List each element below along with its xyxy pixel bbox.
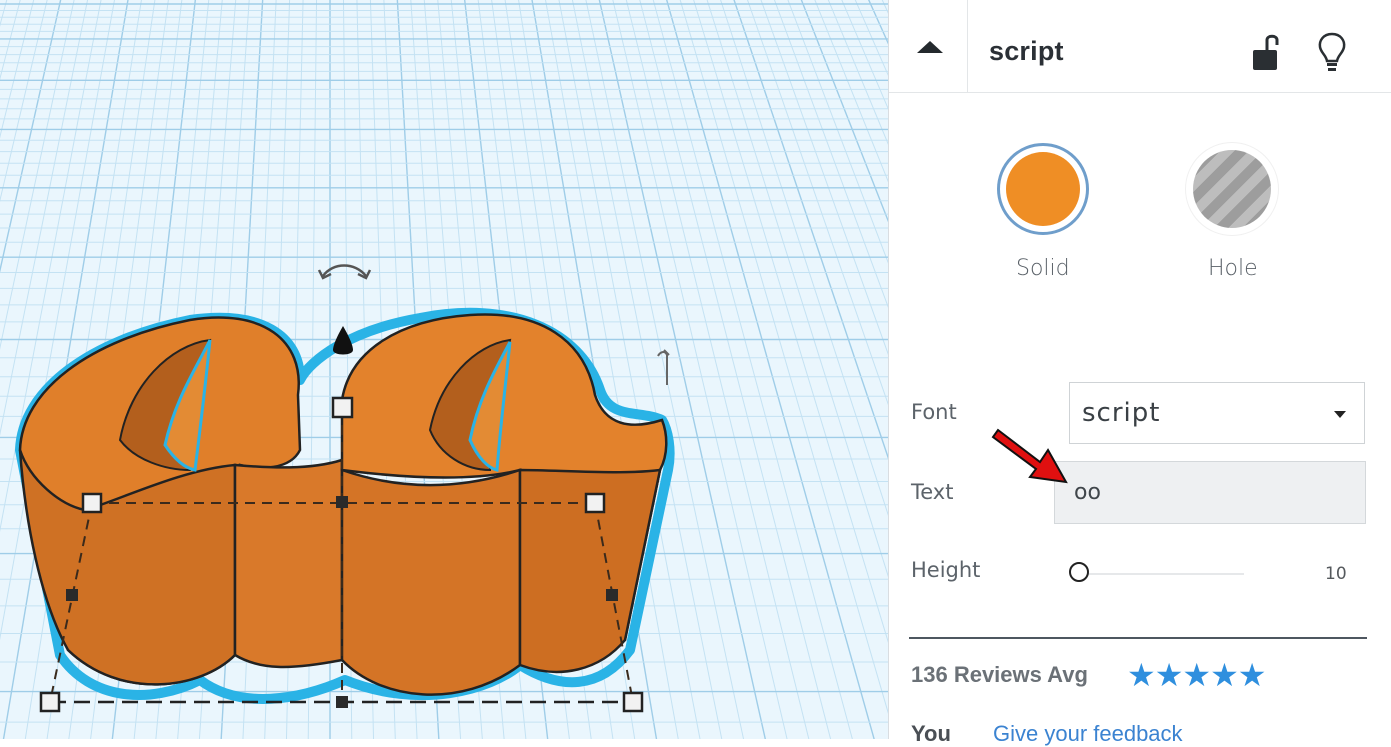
height-slider-knob[interactable] (1069, 562, 1089, 582)
feedback-link[interactable]: Give your feedback (993, 721, 1183, 747)
3d-scene (15, 264, 675, 713)
font-dropdown[interactable]: script (1069, 382, 1365, 444)
cone-lift-icon[interactable] (333, 326, 353, 355)
reviews-summary: 136 Reviews Avg (911, 662, 1088, 687)
shape-title: script (989, 36, 1064, 66)
hole-fill (1193, 150, 1271, 228)
divider (909, 637, 1367, 639)
hole-swatch[interactable] (1186, 143, 1278, 235)
font-dropdown-value: script (1082, 398, 1161, 428)
height-label: Height (911, 558, 981, 582)
letter-shape-1[interactable] (18, 316, 344, 686)
solid-fill (1006, 152, 1080, 226)
inspector-panel: script Solid Hole Font script Text Heigh… (888, 0, 1391, 746)
side-rotate-arrow-icon[interactable] (657, 349, 670, 385)
workplane-viewport[interactable] (0, 0, 888, 739)
height-slider-track[interactable] (1084, 573, 1244, 575)
hole-label: Hole (1208, 256, 1258, 281)
letter-shape-2[interactable] (340, 313, 668, 696)
you-label: You (911, 721, 951, 746)
caret-up-icon (917, 41, 943, 53)
solid-color-swatch[interactable] (997, 143, 1089, 235)
text-field-wrap (1054, 461, 1366, 524)
height-value: 10 (1325, 564, 1347, 584)
lightbulb-icon[interactable] (1317, 31, 1347, 73)
inspector-header: script (889, 0, 1391, 93)
unlocked-padlock-icon[interactable] (1252, 32, 1282, 72)
collapse-button[interactable] (889, 0, 968, 92)
text-input[interactable] (1055, 462, 1365, 523)
rotate-arrow-icon[interactable] (317, 264, 372, 280)
rating-stars: ★★★★★ (1127, 657, 1266, 693)
font-label: Font (911, 400, 957, 424)
text-label: Text (911, 480, 954, 504)
caret-down-icon (1334, 411, 1346, 418)
solid-label: Solid (1016, 256, 1070, 281)
